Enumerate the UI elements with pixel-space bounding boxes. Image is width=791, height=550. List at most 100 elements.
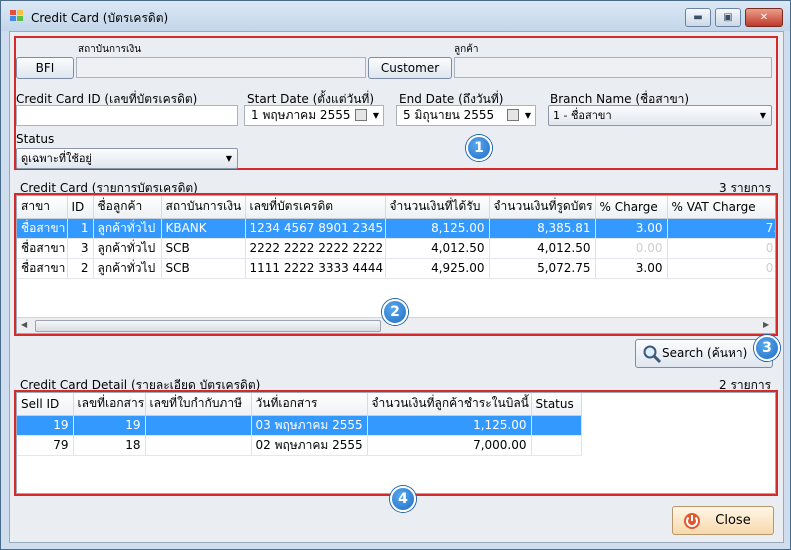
search-icon	[643, 345, 662, 364]
cell-document-date: 02 พฤษภาคม 2555	[251, 435, 368, 456]
cell-tax-invoice	[145, 435, 252, 456]
power-icon	[684, 513, 700, 529]
cell-document-date: 03 พฤษภาคม 2555	[251, 415, 368, 436]
search-button[interactable]: Search (ค้นหา)	[635, 339, 773, 368]
column-header-tax-invoice[interactable]: เลขที่ใบกำกับภาษี	[145, 393, 252, 416]
cell-charge-percent: 3.00	[595, 218, 668, 239]
column-header-charge-percent[interactable]: % Charge	[595, 196, 668, 219]
cell-id: 1	[67, 218, 94, 239]
branch-select[interactable]: 1 - ชื่อสาขา ▼	[548, 105, 772, 126]
column-header-sell-id[interactable]: Sell ID	[17, 393, 74, 416]
cell-vat-charge: 7.00	[667, 218, 775, 239]
detail-grid[interactable]: Sell ID เลขที่เอกสาร เลขที่ใบกำกับภาษี ว…	[16, 392, 776, 494]
column-header-vat-charge[interactable]: % VAT Charge	[667, 196, 775, 219]
cell-amount-charged: 4,012.50	[489, 238, 596, 259]
minimize-button[interactable]: ▬	[685, 8, 711, 27]
column-header-card-number[interactable]: เลขที่บัตรเครดิต	[245, 196, 386, 219]
scroll-left-icon[interactable]: ◀	[21, 320, 27, 329]
cell-customer: ลูกค้าทั่วไป	[93, 238, 162, 259]
table-row[interactable]: ชื่อสาขา 2 ลูกค้าทั่วไป SCB 1111 2222 33…	[17, 258, 775, 279]
column-header-bill-amount[interactable]: จำนวนเงินที่ลูกค้าชำระในบิลนี้	[367, 393, 532, 416]
chevron-down-icon: ▼	[372, 111, 379, 120]
column-header-amount-charged[interactable]: จำนวนเงินที่รูดบัตร	[489, 196, 596, 219]
cell-amount-received: 4,012.50	[385, 238, 490, 259]
table-row[interactable]: 79 18 02 พฤษภาคม 2555 7,000.00	[17, 435, 582, 456]
cell-customer: ลูกค้าทั่วไป	[93, 258, 162, 279]
search-button-label: Search (ค้นหา)	[662, 346, 748, 360]
column-header-document-number[interactable]: เลขที่เอกสาร	[73, 393, 146, 416]
column-header-amount-received[interactable]: จำนวนเงินที่ได้รับ	[385, 196, 490, 219]
status-select[interactable]: ดูเฉพาะที่ใช้อยู่ ▼	[16, 148, 238, 169]
customer-field[interactable]	[454, 57, 772, 78]
callout-badge-2: 2	[382, 299, 408, 325]
detail-table: Sell ID เลขที่เอกสาร เลขที่ใบกำกับภาษี ว…	[17, 393, 582, 456]
column-header-customer[interactable]: ชื่อลูกค้า	[93, 196, 162, 219]
scroll-right-icon[interactable]: ▶	[763, 320, 769, 329]
table-row[interactable]: ชื่อสาขา 3 ลูกค้าทั่วไป SCB 2222 2222 22…	[17, 238, 775, 259]
cell-document-number: 19	[73, 415, 146, 436]
calendar-icon	[355, 109, 367, 121]
chevron-down-icon: ▼	[524, 111, 531, 120]
cell-card-number: 1234 4567 8901 2345	[245, 218, 386, 239]
bank-header: สถาบันการเงิน	[78, 44, 142, 55]
end-date-value: 5 มิถุนายน 2555	[403, 108, 495, 122]
form-body: สถาบันการเงิน ลูกค้า BFI Customer Credit…	[9, 31, 784, 543]
column-header-bank[interactable]: สถาบันการเงิน	[161, 196, 246, 219]
status-label: Status	[16, 132, 55, 146]
cell-amount-received: 4,925.00	[385, 258, 490, 279]
chevron-down-icon: ▼	[225, 154, 232, 163]
window-title: Credit Card (บัตรเครดิต)	[31, 11, 169, 25]
cell-id: 3	[67, 238, 94, 259]
app-icon	[10, 10, 23, 21]
column-header-status[interactable]: Status	[531, 393, 582, 416]
cell-bill-amount: 1,125.00	[367, 415, 532, 436]
cell-vat-charge: 0.00	[667, 258, 775, 279]
cell-charge-percent: 3.00	[595, 258, 668, 279]
close-button-label: Close	[715, 513, 751, 528]
chevron-down-icon: ▼	[759, 111, 766, 120]
bank-field[interactable]	[76, 57, 366, 78]
cell-customer: ลูกค้าทั่วไป	[93, 218, 162, 239]
calendar-icon	[507, 109, 519, 121]
customer-button[interactable]: Customer	[368, 57, 452, 79]
bfi-button[interactable]: BFI	[16, 57, 74, 79]
cell-branch: ชื่อสาขา	[17, 238, 68, 259]
credit-card-id-input[interactable]	[16, 105, 238, 126]
scrollbar-thumb[interactable]	[35, 320, 381, 332]
credit-card-header-row: สาขา ID ชื่อลูกค้า สถาบันการเงิน เลขที่บ…	[17, 196, 775, 219]
cell-bank: KBANK	[161, 218, 246, 239]
end-date-picker[interactable]: 5 มิถุนายน 2555 ▼	[396, 105, 536, 126]
cell-tax-invoice	[145, 415, 252, 436]
cell-card-number: 2222 2222 2222 2222	[245, 238, 386, 259]
cell-branch: ชื่อสาขา	[17, 258, 68, 279]
cell-vat-charge: 0.00	[667, 238, 775, 259]
cell-status	[531, 435, 582, 456]
start-date-value: 1 พฤษภาคม 2555	[251, 108, 351, 122]
maximize-button[interactable]: ▣	[715, 8, 741, 27]
filter-section: สถาบันการเงิน ลูกค้า BFI Customer Credit…	[14, 36, 778, 170]
cell-bank: SCB	[161, 238, 246, 259]
branch-value: 1 - ชื่อสาขา	[553, 109, 612, 122]
cell-id: 2	[67, 258, 94, 279]
column-header-id[interactable]: ID	[67, 196, 94, 219]
credit-card-table: สาขา ID ชื่อลูกค้า สถาบันการเงิน เลขที่บ…	[17, 196, 775, 279]
cell-sell-id: 19	[17, 415, 74, 436]
cell-charge-percent: 0.00	[595, 238, 668, 259]
close-button[interactable]: Close	[672, 506, 774, 535]
callout-badge-1: 1	[466, 135, 492, 161]
cell-amount-charged: 8,385.81	[489, 218, 596, 239]
table-row[interactable]: 19 19 03 พฤษภาคม 2555 1,125.00	[17, 415, 582, 436]
column-header-document-date[interactable]: วันที่เอกสาร	[251, 393, 368, 416]
cell-bank: SCB	[161, 258, 246, 279]
callout-badge-3: 3	[754, 335, 780, 361]
start-date-picker[interactable]: 1 พฤษภาคม 2555 ▼	[244, 105, 384, 126]
cell-document-number: 18	[73, 435, 146, 456]
callout-badge-4: 4	[390, 486, 416, 512]
cell-status	[531, 415, 582, 436]
cell-branch: ชื่อสาขา	[17, 218, 68, 239]
cell-amount-charged: 5,072.75	[489, 258, 596, 279]
close-window-button[interactable]: ✕	[745, 8, 783, 27]
column-header-branch[interactable]: สาขา	[17, 196, 68, 219]
table-row[interactable]: ชื่อสาขา 1 ลูกค้าทั่วไป KBANK 1234 4567 …	[17, 218, 775, 239]
cell-sell-id: 79	[17, 435, 74, 456]
